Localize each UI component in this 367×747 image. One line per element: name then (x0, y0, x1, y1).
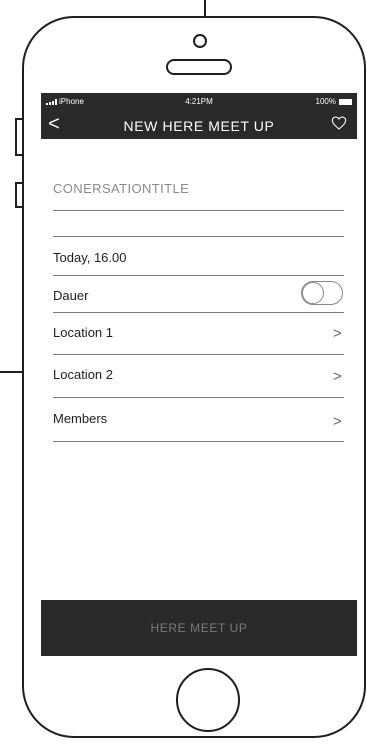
here-meet-up-button[interactable]: HERE MEET UP (41, 600, 357, 656)
location-2-label: Location 2 (53, 367, 113, 382)
row-divider (53, 397, 344, 398)
members-row[interactable]: Members > (53, 411, 342, 430)
duration-row: Dauer (53, 281, 343, 305)
section-divider (53, 236, 344, 237)
duration-toggle[interactable] (301, 281, 343, 305)
home-button (176, 668, 240, 732)
members-label: Members (53, 411, 108, 426)
chevron-right-icon: > (333, 368, 342, 385)
page-title: NEW HERE MEET UP (123, 118, 275, 134)
conversation-title-input[interactable]: CONERSATIONTITLE (53, 181, 344, 196)
navigation-bar: < NEW HERE MEET UP (41, 110, 357, 139)
toggle-knob (302, 282, 324, 304)
battery-indicator: 100% (316, 97, 352, 106)
status-time: 4:21PM (185, 97, 213, 106)
status-bar: iPhone 4:21PM 100% (41, 93, 357, 110)
front-camera-icon (193, 34, 207, 48)
here-meet-up-button-label: HERE MEET UP (150, 621, 248, 635)
location-1-row[interactable]: Location 1 > (53, 325, 342, 342)
duration-label: Dauer (53, 288, 89, 303)
date-time-row[interactable]: Today, 16.00 (53, 250, 339, 265)
heart-icon[interactable] (331, 115, 347, 131)
app-screen: iPhone 4:21PM 100% < NEW HERE MEET UP CO… (41, 93, 357, 656)
location-2-row[interactable]: Location 2 > (53, 367, 342, 385)
row-divider (53, 354, 344, 355)
wireframe-connector-left (0, 371, 24, 373)
row-divider (53, 312, 344, 313)
list-bottom-divider (53, 441, 344, 442)
chevron-right-icon: > (333, 325, 342, 342)
battery-percent: 100% (315, 97, 336, 106)
title-underline (53, 210, 344, 211)
date-time-label: Today, 16.00 (53, 250, 127, 265)
chevron-right-icon: > (333, 413, 342, 430)
battery-icon (339, 98, 352, 105)
speaker-grille (166, 59, 232, 75)
row-divider (53, 275, 344, 276)
location-1-label: Location 1 (53, 325, 113, 340)
